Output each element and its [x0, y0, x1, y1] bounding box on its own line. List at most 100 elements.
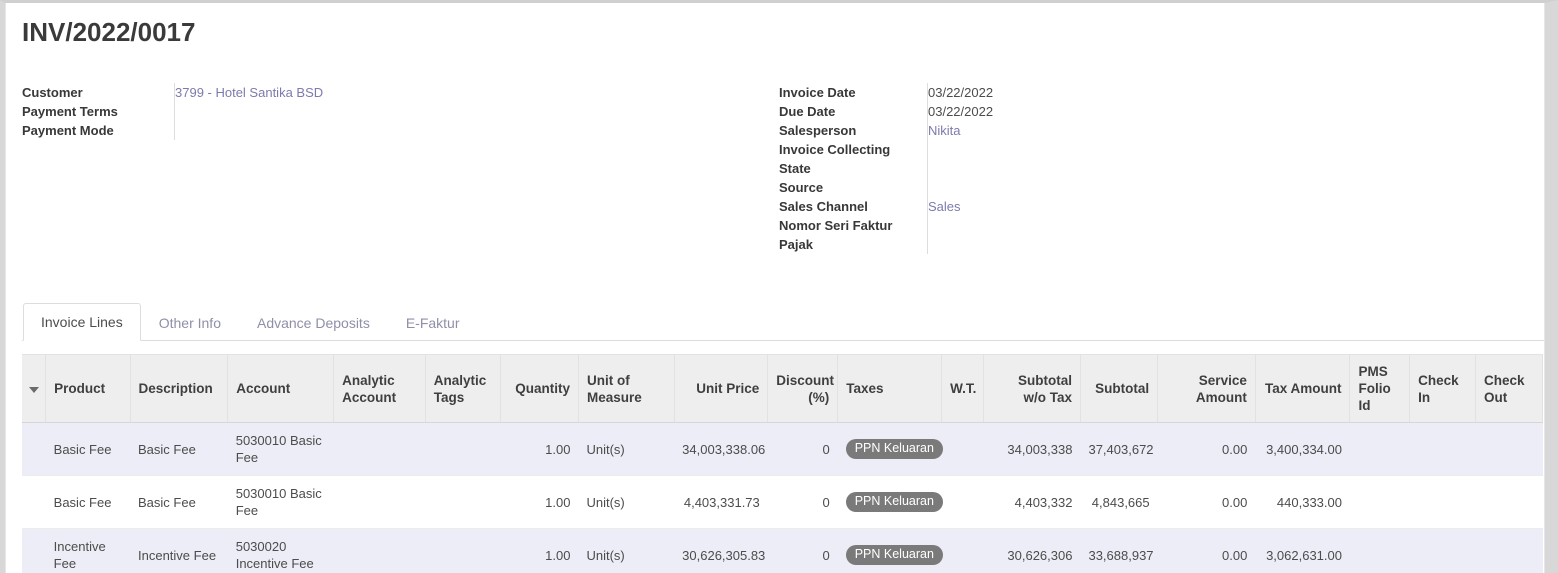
cell-unit-price[interactable]: 30,626,305.83 — [674, 528, 768, 573]
cell-check-in[interactable] — [1409, 475, 1476, 529]
row-options-header[interactable] — [22, 354, 47, 423]
tab-advance-deposits[interactable]: Advance Deposits — [239, 304, 388, 341]
field-value[interactable] — [927, 178, 1173, 197]
field-value[interactable]: 03/22/2022 — [927, 102, 1173, 121]
column-header-tax-amount[interactable]: Tax Amount — [1255, 354, 1351, 423]
cell-description[interactable]: Basic Fee — [130, 422, 228, 476]
cell-account[interactable]: 5030020 Incentive Fee — [227, 528, 334, 573]
cell-check-out[interactable] — [1475, 528, 1543, 573]
field-value[interactable]: 03/22/2022 — [927, 83, 1173, 102]
field-value[interactable]: Nikita — [927, 121, 1173, 140]
cell-wt[interactable] — [941, 475, 984, 529]
column-header-analytic-account[interactable]: Analytic Account — [333, 354, 426, 423]
cell-quantity[interactable]: 1.00 — [500, 475, 579, 529]
cell-service-amount[interactable]: 0.00 — [1157, 422, 1256, 476]
cell-discount[interactable]: 0 — [767, 422, 838, 476]
tax-tag[interactable]: PPN Keluaran — [845, 492, 943, 512]
cell-unit-price[interactable]: 4,403,331.73 — [674, 475, 768, 529]
cell-check-in[interactable] — [1409, 528, 1476, 573]
column-header-pms-folio-id[interactable]: PMS Folio Id — [1349, 354, 1411, 423]
row-handle-cell[interactable] — [22, 475, 46, 529]
cell-unit-price[interactable]: 34,003,338.06 — [674, 422, 768, 476]
table-row[interactable]: Basic Fee Basic Fee 5030010 Basic Fee 1.00 U… — [22, 422, 1543, 476]
row-handle-cell[interactable] — [22, 528, 46, 573]
cell-check-out[interactable] — [1475, 475, 1543, 529]
cell-tax-amount[interactable]: 3,400,334.00 — [1255, 422, 1350, 476]
column-header-subtotal[interactable]: Subtotal — [1080, 354, 1159, 423]
tab-other-info[interactable]: Other Info — [141, 304, 239, 341]
cell-quantity[interactable]: 1.00 — [500, 528, 579, 573]
cell-discount[interactable]: 0 — [767, 528, 838, 573]
cell-subtotal-wo-tax[interactable]: 34,003,338 — [983, 422, 1081, 476]
field-value[interactable] — [174, 121, 415, 140]
field-value-link[interactable]: Nikita — [928, 123, 961, 138]
field-value[interactable]: Sales — [927, 197, 1173, 216]
cell-service-amount[interactable]: 0.00 — [1157, 475, 1256, 529]
cell-subtotal-wo-tax[interactable]: 30,626,306 — [983, 528, 1081, 573]
field-value-link[interactable]: Sales — [928, 199, 961, 214]
cell-tax-amount[interactable]: 440,333.00 — [1255, 475, 1350, 529]
cell-pms-folio-id[interactable] — [1349, 475, 1410, 529]
cell-product[interactable]: Basic Fee — [45, 475, 130, 529]
tax-tag[interactable]: PPN Keluaran — [845, 439, 943, 459]
column-header-product[interactable]: Product — [45, 354, 131, 423]
cell-check-in[interactable] — [1409, 422, 1476, 476]
cell-account[interactable]: 5030010 Basic Fee — [227, 475, 334, 529]
column-header-unit-price[interactable]: Unit Price — [674, 354, 769, 423]
column-header-account[interactable]: Account — [227, 354, 335, 423]
cell-pms-folio-id[interactable] — [1349, 422, 1410, 476]
cell-description[interactable]: Basic Fee — [130, 475, 228, 529]
cell-wt[interactable] — [941, 528, 984, 573]
column-header-uom[interactable]: Unit of Measure — [578, 354, 675, 423]
field-value-link[interactable]: 3799 - Hotel Santika BSD — [175, 85, 323, 100]
cell-analytic-tags[interactable] — [425, 422, 501, 476]
table-row[interactable]: Basic Fee Basic Fee 5030010 Basic Fee 1.00 U… — [22, 475, 1543, 529]
cell-description[interactable]: Incentive Fee — [130, 528, 228, 573]
cell-account[interactable]: 5030010 Basic Fee — [227, 422, 334, 476]
cell-product[interactable]: Basic Fee — [45, 422, 130, 476]
field-value[interactable] — [174, 102, 415, 121]
cell-service-amount[interactable]: 0.00 — [1157, 528, 1256, 573]
column-header-taxes[interactable]: Taxes — [837, 354, 943, 423]
cell-subtotal[interactable]: 37,403,672 — [1080, 422, 1158, 476]
cell-discount[interactable]: 0 — [767, 475, 838, 529]
table-row[interactable]: Incentive Fee Incentive Fee 5030020 Incent… — [22, 528, 1543, 573]
cell-quantity[interactable]: 1.00 — [500, 422, 579, 476]
tax-tag[interactable]: PPN Keluaran — [845, 545, 943, 565]
field-value[interactable]: 3799 - Hotel Santika BSD — [174, 83, 415, 102]
cell-product[interactable]: Incentive Fee — [45, 528, 130, 573]
cell-uom[interactable]: Unit(s) — [578, 528, 675, 573]
cell-tax-amount[interactable]: 3,062,631.00 — [1255, 528, 1350, 573]
column-header-service-amount[interactable]: Service Amount — [1157, 354, 1256, 423]
cell-analytic-account[interactable] — [333, 422, 426, 476]
cell-taxes[interactable]: PPN Keluaran — [837, 422, 943, 476]
cell-analytic-tags[interactable] — [425, 528, 501, 573]
column-header-description[interactable]: Description — [130, 354, 229, 423]
cell-subtotal[interactable]: 4,843,665 — [1080, 475, 1158, 529]
field-value[interactable] — [927, 140, 1173, 178]
cell-uom[interactable]: Unit(s) — [578, 475, 675, 529]
column-header-check-out[interactable]: Check Out — [1475, 354, 1543, 423]
column-header-check-in[interactable]: Check In — [1409, 354, 1476, 423]
chevron-down-icon[interactable] — [28, 387, 39, 393]
cell-taxes[interactable]: PPN Keluaran — [837, 475, 943, 529]
field-value[interactable] — [927, 216, 1173, 254]
column-header-wt[interactable]: W.T. — [941, 354, 985, 423]
column-header-subtotal-wo-tax[interactable]: Subtotal w/o Tax — [983, 354, 1081, 423]
row-handle-cell[interactable] — [22, 422, 46, 476]
cell-analytic-account[interactable] — [333, 475, 426, 529]
cell-analytic-account[interactable] — [333, 528, 426, 573]
column-header-analytic-tags[interactable]: Analytic Tags — [425, 354, 501, 423]
cell-pms-folio-id[interactable] — [1349, 528, 1410, 573]
cell-uom[interactable]: Unit(s) — [578, 422, 675, 476]
column-header-discount[interactable]: Discount (%) — [767, 354, 839, 423]
cell-subtotal[interactable]: 33,688,937 — [1080, 528, 1158, 573]
tab-invoice-lines[interactable]: Invoice Lines — [23, 303, 141, 341]
tab-e-faktur[interactable]: E-Faktur — [388, 304, 478, 341]
cell-taxes[interactable]: PPN Keluaran — [837, 528, 943, 573]
cell-check-out[interactable] — [1475, 422, 1543, 476]
column-header-quantity[interactable]: Quantity — [500, 354, 579, 423]
cell-subtotal-wo-tax[interactable]: 4,403,332 — [983, 475, 1081, 529]
cell-wt[interactable] — [941, 422, 984, 476]
cell-analytic-tags[interactable] — [425, 475, 501, 529]
